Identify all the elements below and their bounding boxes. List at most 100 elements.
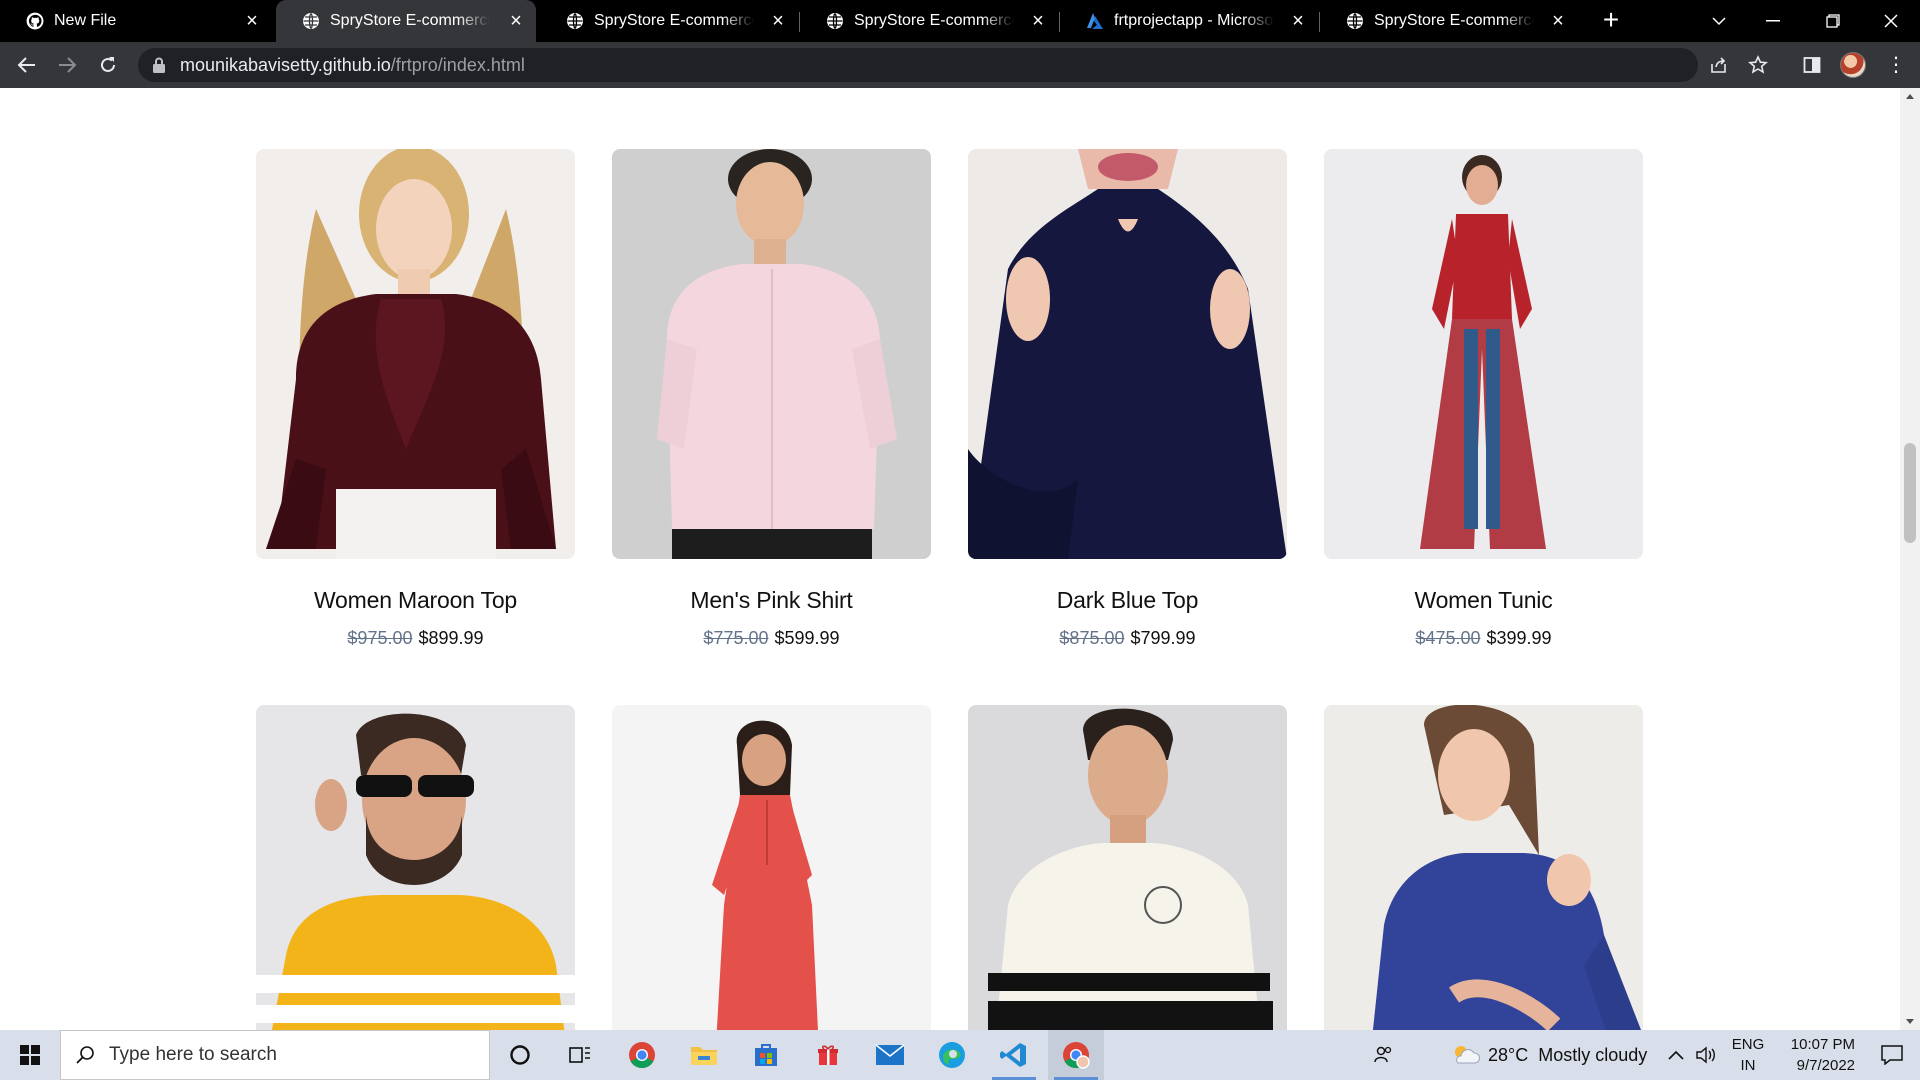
mail-button[interactable] xyxy=(862,1030,918,1080)
taskbar-search-box[interactable]: Type here to search xyxy=(60,1030,490,1080)
tab-sprystore-4[interactable]: SpryStore E-commerce Catalog × xyxy=(1320,0,1578,42)
tab-sprystore-active[interactable]: SpryStore E-commerce Catalog × xyxy=(276,0,536,42)
close-icon[interactable]: × xyxy=(506,10,526,32)
close-window-button[interactable] xyxy=(1864,0,1918,42)
azure-icon xyxy=(1086,12,1104,30)
people-icon xyxy=(1374,1046,1392,1063)
microsoft-store-button[interactable] xyxy=(738,1030,794,1080)
product-image[interactable] xyxy=(256,705,575,1030)
browser-toolbar: mounikabavisetty.github.io/frtpro/index.… xyxy=(0,42,1920,88)
profile-avatar[interactable] xyxy=(1840,52,1866,78)
tab-sprystore-3[interactable]: SpryStore E-commerce Catalog × xyxy=(800,0,1058,42)
original-price: $875.00 xyxy=(1059,628,1125,648)
back-button[interactable] xyxy=(12,50,42,80)
search-icon xyxy=(76,1046,94,1064)
input-language-indicator[interactable]: ENG IN xyxy=(1730,1034,1766,1076)
chrome-icon xyxy=(629,1042,655,1069)
tab-sprystore-2[interactable]: SpryStore E-commerce Catalog × xyxy=(540,0,798,42)
product-name: Women Tunic xyxy=(1414,587,1553,613)
tab-strip: New File × SpryStore E-commerce Catalog … xyxy=(0,0,1920,42)
task-view-icon xyxy=(569,1047,590,1063)
product-card[interactable] xyxy=(256,705,575,1030)
lock-icon xyxy=(153,57,165,73)
task-view-button[interactable] xyxy=(552,1030,608,1080)
speaker-icon xyxy=(1696,1046,1715,1064)
product-image[interactable] xyxy=(1324,149,1643,559)
weather-widget[interactable]: 28°C Mostly cloudy xyxy=(1450,1030,1647,1080)
restore-button[interactable] xyxy=(1806,0,1860,42)
chrome-active-button[interactable] xyxy=(1048,1030,1104,1080)
tray-chevron-button[interactable] xyxy=(1668,1030,1684,1080)
close-icon[interactable]: × xyxy=(768,10,788,32)
tab-title: frtprojectapp - Microsoft Azure xyxy=(1114,12,1274,29)
new-tab-button[interactable]: + xyxy=(1598,6,1624,34)
gift-app-button[interactable] xyxy=(800,1030,856,1080)
bookmark-star-icon[interactable] xyxy=(1744,51,1772,79)
forward-button[interactable] xyxy=(52,50,82,80)
product-photo xyxy=(968,149,1287,559)
close-icon[interactable]: × xyxy=(1288,10,1308,32)
scrollbar-thumb[interactable] xyxy=(1904,443,1916,543)
url-text: mounikabavisetty.github.io/frtpro/index.… xyxy=(180,55,525,76)
product-card[interactable]: Men's Pink Shirt $775.00 $599.99 xyxy=(612,149,931,649)
clock-date: 9/7/2022 xyxy=(1796,1057,1855,1074)
sale-price: $899.99 xyxy=(418,628,484,648)
folder-icon xyxy=(691,1047,717,1065)
product-photo xyxy=(256,713,575,1030)
file-explorer-button[interactable] xyxy=(676,1030,732,1080)
volume-button[interactable] xyxy=(1696,1030,1718,1080)
chrome-taskbar-button[interactable] xyxy=(614,1030,670,1080)
people-button[interactable] xyxy=(1356,1030,1412,1080)
minimize-button[interactable] xyxy=(1746,0,1800,42)
menu-kebab-icon[interactable]: ⋮ xyxy=(1886,55,1906,76)
scroll-down-arrow[interactable] xyxy=(1906,1019,1914,1024)
chrome-profile-icon xyxy=(1063,1042,1090,1069)
product-card[interactable] xyxy=(968,705,1287,1030)
product-image[interactable] xyxy=(612,705,931,1030)
sale-price: $399.99 xyxy=(1486,628,1552,648)
github-icon xyxy=(26,12,44,30)
store-bag-icon xyxy=(755,1044,777,1066)
action-center-button[interactable] xyxy=(1864,1030,1920,1080)
globe-icon xyxy=(1346,12,1364,30)
page-scrollbar[interactable] xyxy=(1900,88,1920,1030)
address-bar[interactable]: mounikabavisetty.github.io/frtpro/index.… xyxy=(138,48,1768,82)
start-button[interactable] xyxy=(0,1030,60,1080)
share-icon[interactable] xyxy=(1705,51,1733,79)
product-card[interactable] xyxy=(612,705,931,1030)
side-panel-icon[interactable] xyxy=(1798,51,1826,79)
tab-azure[interactable]: frtprojectapp - Microsoft Azure × xyxy=(1060,0,1318,42)
product-image[interactable] xyxy=(1324,705,1643,1030)
tab-title: SpryStore E-commerce Catalog xyxy=(594,12,754,29)
product-prices: $775.00 $599.99 xyxy=(612,628,931,649)
cortana-button[interactable] xyxy=(492,1030,548,1080)
product-card[interactable] xyxy=(1324,705,1643,1030)
mail-icon xyxy=(875,1044,905,1065)
product-image[interactable] xyxy=(256,149,575,559)
system-clock[interactable]: 10:07 PM 9/7/2022 xyxy=(1775,1034,1855,1076)
close-icon[interactable]: × xyxy=(1548,10,1568,32)
vscode-button[interactable] xyxy=(986,1030,1042,1080)
product-image[interactable] xyxy=(968,149,1287,559)
close-icon[interactable]: × xyxy=(1028,10,1048,32)
globe-icon xyxy=(302,12,320,30)
weather-condition: Mostly cloudy xyxy=(1538,1044,1648,1065)
product-card[interactable]: Women Maroon Top $975.00 $899.99 xyxy=(256,149,575,649)
product-image[interactable] xyxy=(968,705,1287,1030)
sale-price: $599.99 xyxy=(774,628,840,648)
product-photo xyxy=(266,149,556,559)
product-image[interactable] xyxy=(612,149,931,559)
scroll-up-arrow[interactable] xyxy=(1906,94,1914,99)
url-host: mounikabavisetty.github.io xyxy=(180,54,391,75)
product-photo xyxy=(1420,155,1546,549)
chevron-up-icon xyxy=(1668,1050,1684,1060)
tab-new-file[interactable]: New File × xyxy=(0,0,272,42)
product-card[interactable]: Women Tunic $475.00 $399.99 xyxy=(1324,149,1643,649)
close-icon[interactable]: × xyxy=(242,10,262,32)
tab-title: SpryStore E-commerce Catalog xyxy=(330,12,490,29)
product-name: Women Maroon Top xyxy=(313,587,518,613)
tab-search-button[interactable] xyxy=(1692,0,1746,42)
reload-button[interactable] xyxy=(93,50,123,80)
edge-button[interactable] xyxy=(924,1030,980,1080)
product-card[interactable]: Dark Blue Top $875.00 $799.99 xyxy=(968,149,1287,649)
